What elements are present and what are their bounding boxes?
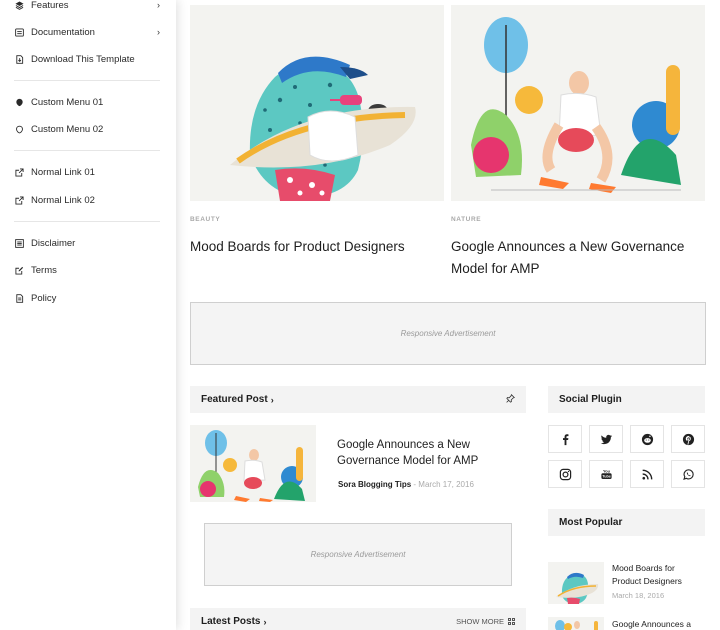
latest-posts-header: Latest Posts › SHOW MORE (190, 608, 526, 630)
twitter-icon (600, 434, 612, 444)
post-title[interactable]: Google Announces a New Governance Model … (451, 236, 705, 280)
sidebar-item-custom-menu-02[interactable]: Custom Menu 02 (14, 119, 160, 139)
widget-title[interactable]: Latest Posts (201, 616, 260, 627)
edit-icon (14, 265, 25, 276)
whatsapp-button[interactable] (671, 460, 705, 488)
document-icon (14, 27, 25, 38)
sidebar-item-normal-link-01[interactable]: Normal Link 01 (14, 162, 160, 182)
advertisement-banner: Responsive Advertisement (190, 302, 706, 365)
facebook-icon (562, 433, 568, 445)
featured-post-header: Featured Post › (190, 386, 526, 413)
most-popular-header: Most Popular (548, 509, 705, 536)
post-date: March 17, 2016 (418, 480, 474, 489)
svg-text:Tube: Tube (602, 474, 611, 478)
svg-text:You: You (602, 468, 610, 473)
ad-label: Responsive Advertisement (310, 550, 406, 559)
sidebar-item-label: Custom Menu 02 (31, 123, 104, 135)
twitter-button[interactable] (589, 425, 623, 453)
popular-post-date: March 18, 2016 (612, 591, 665, 600)
sidebar-menu: Features › Documentation › Download This… (0, 0, 176, 630)
external-link-icon (14, 167, 25, 178)
runner-nature-illustration (451, 5, 705, 201)
pinterest-button[interactable] (671, 425, 705, 453)
chevron-right-icon: › (157, 0, 160, 10)
menu-divider (14, 80, 160, 81)
runner-nature-illustration (190, 425, 316, 502)
runner-nature-illustration (548, 617, 604, 630)
sidebar-item-documentation[interactable]: Documentation › (14, 22, 160, 42)
chevron-right-icon: › (263, 616, 267, 627)
post-title[interactable]: Mood Boards for Product Designers (190, 236, 444, 258)
post-author[interactable]: Sora Blogging Tips (338, 480, 411, 489)
reddit-button[interactable] (630, 425, 664, 453)
featured-post-title[interactable]: Google Announces a New Governance Model … (337, 437, 517, 469)
youtube-icon: YouTube (600, 468, 612, 479)
show-more-link[interactable]: SHOW MORE (456, 617, 515, 626)
sidebar-item-label: Normal Link 02 (31, 194, 95, 206)
sidebar-item-label: Custom Menu 01 (31, 96, 104, 108)
reddit-icon (641, 433, 653, 445)
widget-title: Most Popular (559, 517, 623, 528)
instagram-button[interactable] (548, 460, 582, 488)
sidebar-item-label: Download This Template (31, 53, 135, 65)
layers-icon (14, 0, 25, 11)
sidebar-item-disclaimer[interactable]: Disclaimer (14, 233, 160, 253)
bear-surfboard-illustration (190, 5, 444, 201)
pin-icon (506, 393, 516, 405)
popular-post-title[interactable]: Mood Boards for Product Designers (612, 562, 704, 587)
chevron-right-icon: › (157, 27, 160, 37)
popular-post-thumbnail[interactable] (548, 617, 604, 630)
download-icon (14, 54, 25, 65)
whatsapp-icon (682, 468, 694, 480)
featured-post-thumbnail[interactable] (190, 425, 316, 502)
post-thumbnail-bear[interactable] (190, 5, 444, 201)
bear-surfboard-illustration (548, 562, 604, 604)
sidebar-item-label: Terms (31, 264, 57, 276)
custom-menu-icon (14, 97, 25, 108)
sidebar-item-label: Normal Link 01 (31, 166, 95, 178)
sidebar-item-label: Policy (31, 292, 57, 304)
custom-menu-icon (14, 124, 25, 135)
grid-icon (508, 618, 515, 625)
instagram-icon (559, 468, 571, 480)
social-plugin-header: Social Plugin (548, 386, 705, 413)
rss-icon (641, 469, 652, 480)
external-link-icon (14, 195, 25, 206)
featured-post-meta: Sora Blogging Tips - March 17, 2016 (338, 480, 474, 489)
pinterest-icon (682, 433, 694, 445)
facebook-button[interactable] (548, 425, 582, 453)
widget-title: Social Plugin (559, 394, 622, 405)
advertisement-banner: Responsive Advertisement (204, 523, 512, 586)
chevron-right-icon: › (270, 394, 274, 405)
sidebar-item-label: Documentation (31, 26, 95, 38)
widget-title[interactable]: Featured Post (201, 394, 268, 405)
sidebar-item-download[interactable]: Download This Template (14, 49, 160, 69)
ad-label: Responsive Advertisement (400, 329, 496, 338)
menu-divider (14, 150, 160, 151)
sidebar-item-normal-link-02[interactable]: Normal Link 02 (14, 190, 160, 210)
popular-post-title[interactable]: Google Announces a (612, 618, 704, 630)
post-thumbnail-runner[interactable] (451, 5, 705, 201)
post-category[interactable]: NATURE (451, 216, 481, 223)
sidebar-item-label: Disclaimer (31, 237, 76, 249)
list-icon (14, 238, 25, 249)
sidebar-item-custom-menu-01[interactable]: Custom Menu 01 (14, 92, 160, 112)
youtube-button[interactable]: You Tube (589, 460, 623, 488)
rss-button[interactable] (630, 460, 664, 488)
file-icon (14, 293, 25, 304)
popular-post-thumbnail[interactable] (548, 562, 604, 604)
menu-divider (14, 221, 160, 222)
sidebar-item-policy[interactable]: Policy (14, 288, 160, 308)
sidebar-item-label: Features (31, 0, 69, 11)
post-category[interactable]: BEAUTY (190, 216, 220, 223)
show-more-label: SHOW MORE (456, 617, 504, 626)
sidebar-item-terms[interactable]: Terms (14, 260, 160, 280)
sidebar-item-features[interactable]: Features › (14, 0, 160, 15)
